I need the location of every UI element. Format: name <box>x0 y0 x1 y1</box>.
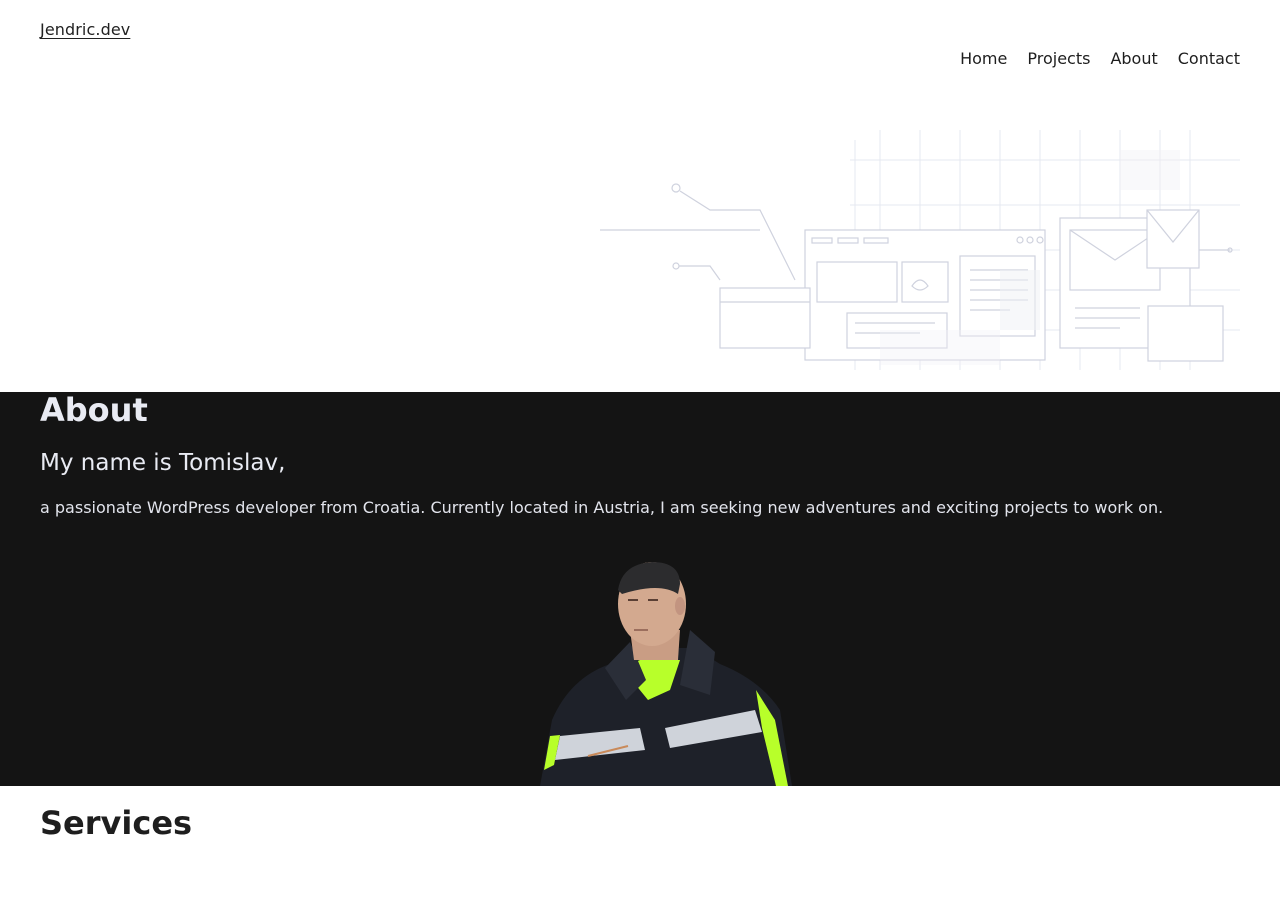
about-intro: My name is Tomislav, <box>40 450 286 476</box>
nav-projects-link[interactable]: Projects <box>1027 49 1090 68</box>
site-logo-link[interactable]: Jendric.dev <box>40 20 130 39</box>
portrait-photo <box>540 562 792 786</box>
hero-section <box>0 90 1280 392</box>
nav-home-link[interactable]: Home <box>960 49 1007 68</box>
nav-about-link[interactable]: About <box>1110 49 1157 68</box>
hero-wireframe-illustration <box>600 130 1240 370</box>
nav-contact-link[interactable]: Contact <box>1178 49 1240 68</box>
services-heading: Services <box>40 804 193 842</box>
about-heading: About <box>40 392 148 429</box>
about-section: About My name is Tomislav, a passionate … <box>0 392 1280 786</box>
about-description: a passionate WordPress developer from Cr… <box>40 498 1164 517</box>
main-nav: Home Projects About Contact <box>960 49 1240 68</box>
page: Jendric.dev Home Projects About Contact <box>0 0 1280 900</box>
